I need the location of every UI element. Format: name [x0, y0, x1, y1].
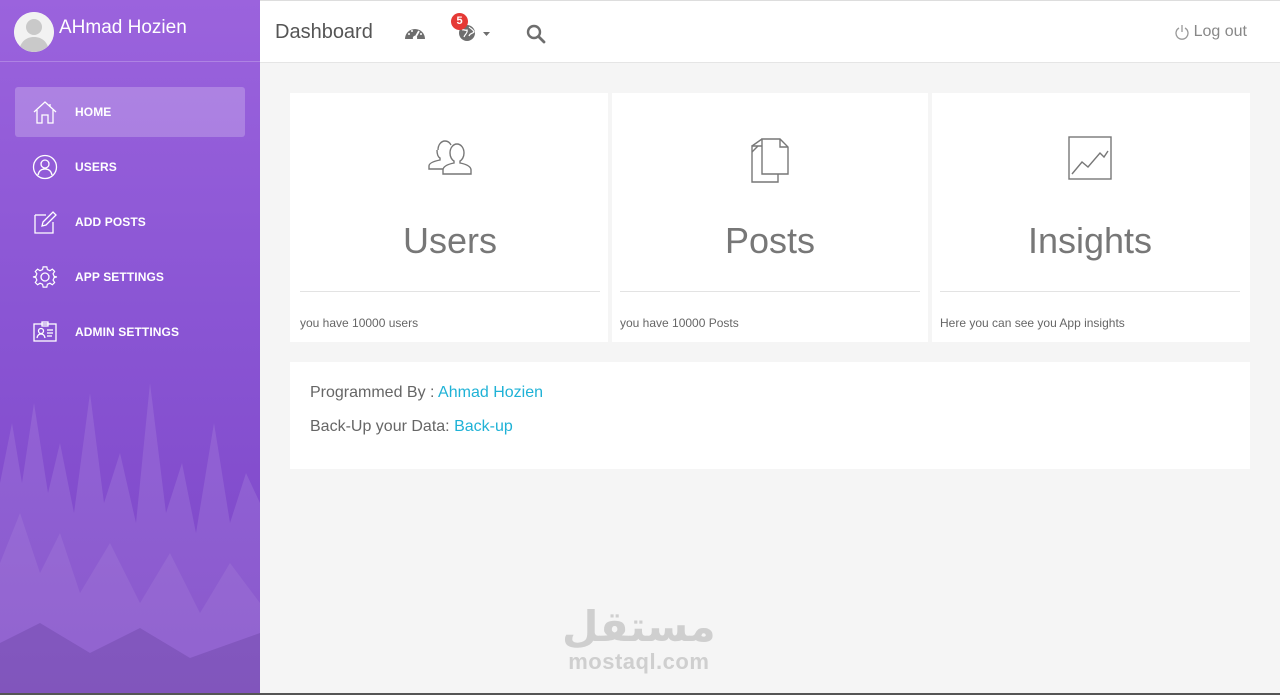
logout-button[interactable]: Log out: [1174, 23, 1247, 41]
stats-cards: Users you have 10000 users Posts you hav…: [290, 93, 1250, 342]
backup-link[interactable]: Back-up: [454, 418, 513, 435]
users-icon: [425, 136, 475, 183]
sidebar-nav: HOME USERS ADD POSTS APP SETTINGS ADMIN …: [0, 87, 260, 357]
sidebar-item-label: HOME: [75, 105, 112, 119]
sidebar-item-add-posts[interactable]: ADD POSTS: [15, 197, 245, 247]
backup-line: Back-Up your Data: Back-up: [310, 418, 1230, 436]
card-separator: [608, 93, 612, 342]
sidebar-item-label: ADMIN SETTINGS: [75, 325, 180, 339]
author-link[interactable]: Ahmad Hozien: [438, 384, 543, 401]
id-card-icon: [31, 318, 59, 346]
dashboard-gauge-icon[interactable]: [404, 24, 426, 47]
page-title[interactable]: Dashboard: [275, 21, 373, 44]
sidebar-item-admin-settings[interactable]: ADMIN SETTINGS: [15, 307, 245, 357]
divider: [620, 291, 920, 292]
gear-icon: [31, 263, 59, 291]
card-footer: you have 10000 Posts: [620, 316, 739, 330]
power-icon: [1174, 25, 1189, 40]
watermark-arabic: مستقل: [562, 603, 716, 650]
backup-label: Back-Up your Data:: [310, 418, 455, 435]
sidebar-item-label: APP SETTINGS: [75, 270, 164, 284]
search-icon[interactable]: [526, 24, 546, 49]
sidebar-item-label: USERS: [75, 160, 117, 174]
top-navbar: Dashboard 5 Log out: [260, 0, 1280, 63]
home-icon: [31, 98, 59, 126]
divider: [300, 291, 600, 292]
forest-background-image: [0, 383, 260, 693]
user-name: AHmad Hozien: [59, 16, 187, 38]
user-icon: [31, 153, 59, 181]
avatar[interactable]: [14, 11, 54, 52]
edit-icon: [31, 208, 59, 236]
divider: [940, 291, 1240, 292]
sidebar-item-label: ADD POSTS: [75, 215, 146, 229]
watermark-latin: mostaql.com: [568, 649, 710, 674]
info-panel: Programmed By : Ahmad Hozien Back-Up you…: [290, 362, 1250, 469]
sidebar: AHmad Hozien HOME USERS ADD POSTS APP SE…: [0, 0, 260, 693]
programmed-by-label: Programmed By :: [310, 384, 439, 401]
card-footer: Here you can see you App insights: [940, 316, 1125, 330]
documents-icon: [748, 136, 792, 189]
card-insights[interactable]: Insights Here you can see you App insigh…: [930, 93, 1250, 342]
card-title: Insights: [1027, 220, 1153, 261]
card-users[interactable]: Users you have 10000 users: [290, 93, 610, 342]
card-posts[interactable]: Posts you have 10000 Posts: [610, 93, 930, 342]
sidebar-item-home[interactable]: HOME: [15, 87, 245, 137]
programmed-by-line: Programmed By : Ahmad Hozien: [310, 384, 1230, 402]
sidebar-item-app-settings[interactable]: APP SETTINGS: [15, 252, 245, 302]
card-title: Posts: [724, 220, 816, 261]
line-chart-icon: [1068, 136, 1112, 185]
watermark: مستقل mostaql.com: [562, 605, 716, 675]
logout-label: Log out: [1193, 23, 1247, 40]
sidebar-header: AHmad Hozien: [0, 0, 260, 62]
card-separator: [928, 93, 932, 342]
card-title: Users: [402, 220, 497, 261]
card-footer: you have 10000 users: [300, 316, 419, 330]
notification-badge: 5: [451, 13, 468, 30]
sidebar-item-users[interactable]: USERS: [15, 142, 245, 192]
